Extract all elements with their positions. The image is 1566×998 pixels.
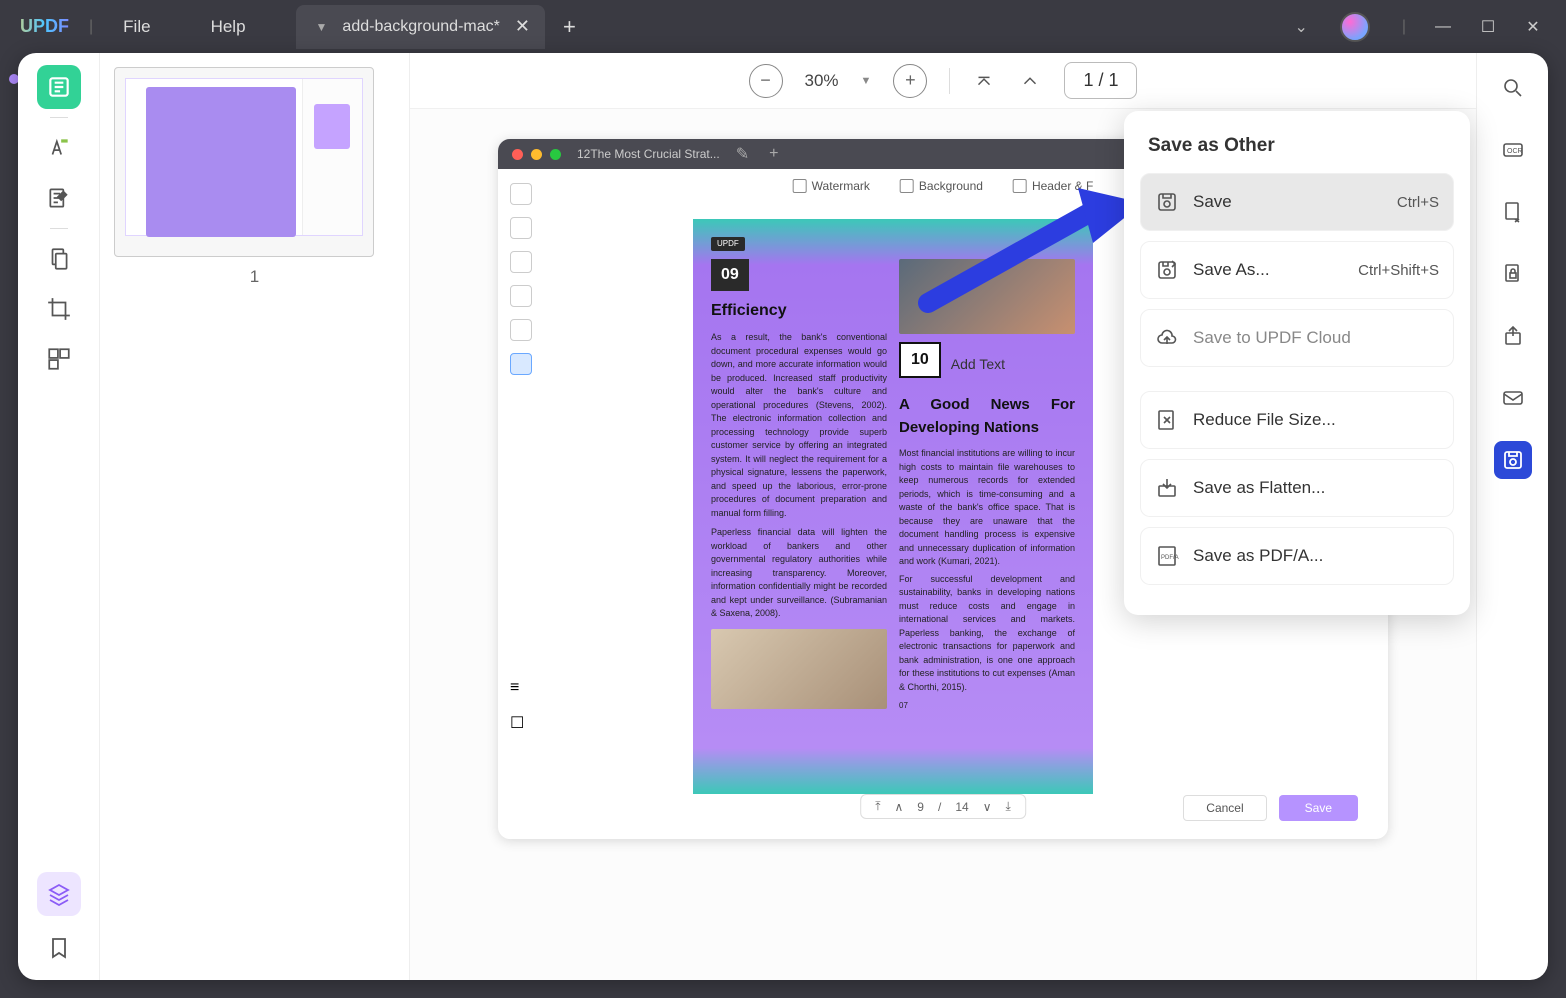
layers-button[interactable] (37, 872, 81, 916)
organize-tool-button[interactable] (37, 337, 81, 381)
window-maximize[interactable]: ☐ (1473, 12, 1503, 42)
save-other-button[interactable] (1494, 441, 1532, 479)
bookmark-icon[interactable] (47, 936, 71, 960)
edit-tool-button[interactable] (37, 176, 81, 220)
panel-title: Save as Other (1148, 135, 1446, 157)
search-button[interactable] (1494, 69, 1532, 107)
right-sidebar: OCR (1476, 53, 1548, 980)
titlebar: UPDF | File Help ▼ add-background-mac* ✕… (0, 0, 1566, 53)
email-button[interactable] (1494, 379, 1532, 417)
svg-text:PDF/A: PDF/A (1161, 555, 1179, 561)
top-toolbar: − 30% ▼ + 1 / 1 (410, 53, 1476, 109)
tab-dropdown-icon[interactable]: ▼ (316, 20, 328, 34)
embedded-left-tools: ≡ ☐ (510, 183, 540, 735)
arrow-annotation (918, 183, 1148, 313)
embedded-save-button[interactable]: Save (1279, 795, 1358, 821)
separator: | (1402, 18, 1406, 36)
convert-button[interactable] (1494, 193, 1532, 231)
prev-page-button[interactable] (1018, 69, 1042, 93)
left-sidebar (18, 53, 100, 980)
embedded-cancel-button[interactable]: Cancel (1183, 795, 1266, 821)
protect-button[interactable] (1494, 255, 1532, 293)
thumbnails-panel: 1 (100, 53, 410, 980)
reader-mode-button[interactable] (37, 65, 81, 109)
save-as-option[interactable]: Save As... Ctrl+Shift+S (1140, 241, 1454, 299)
ocr-button[interactable]: OCR (1494, 131, 1532, 169)
reduce-size-option[interactable]: Reduce File Size... (1140, 391, 1454, 449)
app-logo: UPDF (0, 16, 89, 37)
share-button[interactable] (1494, 317, 1532, 355)
zoom-out-button[interactable]: − (749, 64, 783, 98)
svg-text:OCR: OCR (1507, 148, 1523, 155)
zoom-value: 30% (805, 71, 839, 91)
zoom-in-button[interactable]: + (893, 64, 927, 98)
save-as-other-panel: Save as Other Save Ctrl+S Save As... Ctr… (1124, 111, 1470, 615)
menu-help[interactable]: Help (181, 17, 276, 37)
save-option[interactable]: Save Ctrl+S (1140, 173, 1454, 231)
new-tab-button[interactable]: + (545, 14, 594, 40)
document-tab[interactable]: ▼ add-background-mac* ✕ (296, 5, 545, 49)
zoom-dropdown-icon[interactable]: ▼ (861, 75, 872, 87)
page-tool-button[interactable] (37, 237, 81, 281)
app-body: 1 − 30% ▼ + 1 / 1 12The Most Crucial Str… (18, 53, 1548, 980)
crop-tool-button[interactable] (37, 287, 81, 331)
tab-title: add-background-mac* (342, 18, 499, 36)
page-indicator[interactable]: 1 / 1 (1064, 62, 1137, 99)
save-cloud-option[interactable]: Save to UPDF Cloud (1140, 309, 1454, 367)
dropdown-icon[interactable]: ⌄ (1294, 17, 1307, 37)
window-close[interactable]: ✕ (1518, 12, 1548, 42)
highlight-tool-button[interactable] (37, 126, 81, 170)
tab-close-icon[interactable]: ✕ (515, 16, 530, 37)
save-pdfa-option[interactable]: PDF/A Save as PDF/A... (1140, 527, 1454, 585)
first-page-button[interactable] (972, 69, 996, 93)
embedded-pager[interactable]: ⤒∧ 9 / 14 ∨⤓ (860, 794, 1026, 819)
thumbnail-label: 1 (114, 267, 395, 287)
window-minimize[interactable]: — (1428, 12, 1458, 42)
user-avatar[interactable] (1340, 12, 1370, 42)
menu-file[interactable]: File (93, 17, 180, 37)
save-flatten-option[interactable]: Save as Flatten... (1140, 459, 1454, 517)
page-thumbnail[interactable] (114, 67, 374, 257)
